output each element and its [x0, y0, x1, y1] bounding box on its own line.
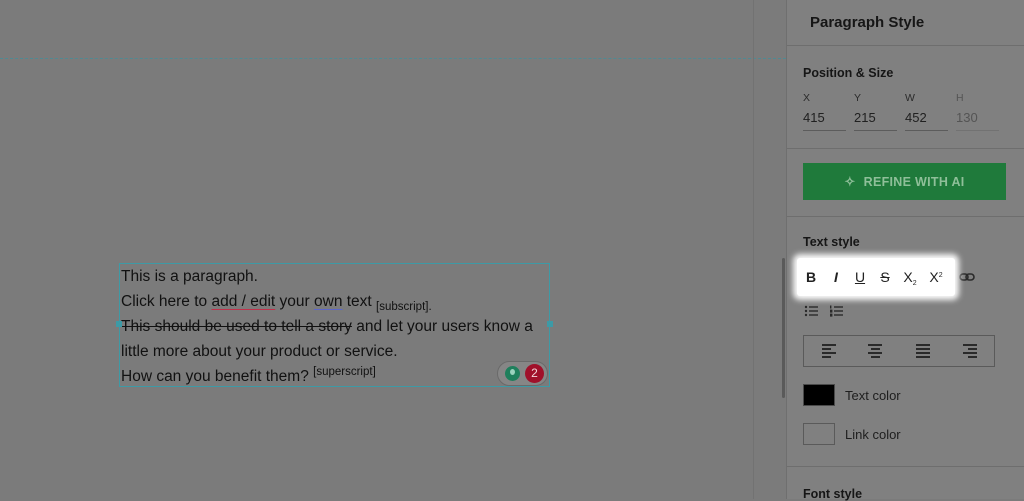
underline-button[interactable]: U — [851, 267, 869, 287]
link-icon[interactable] — [959, 270, 975, 284]
link-color-label: Link color — [845, 427, 901, 442]
grammar-flagged-text[interactable]: own — [314, 293, 342, 310]
w-input[interactable]: 452 — [905, 110, 927, 125]
divider — [787, 466, 1024, 467]
paragraph-line[interactable]: How can you benefit them? [superscript] — [121, 364, 549, 389]
sparkle-icon: ✧ — [844, 173, 856, 189]
divider — [787, 45, 1024, 46]
italic-button[interactable]: I — [827, 267, 845, 287]
text-run: Click here to — [121, 293, 212, 310]
text-run: your — [275, 293, 314, 310]
superscript-button[interactable]: X2 — [927, 267, 945, 287]
paragraph-line[interactable]: This is a paragraph. — [121, 264, 549, 289]
resize-handle-left[interactable] — [116, 321, 122, 327]
y-input-underline — [854, 130, 897, 131]
text-run: This is a paragraph. — [121, 268, 258, 285]
text-color-swatch[interactable] — [803, 384, 835, 406]
paragraph-line[interactable]: Click here to add / edit your own text [… — [121, 289, 549, 314]
panel-title: Paragraph Style — [810, 14, 925, 31]
text-run: text — [342, 293, 377, 310]
text-run: and let your users know a — [351, 318, 533, 335]
align-center-icon[interactable] — [868, 344, 882, 358]
margin-guide — [753, 0, 754, 499]
text-run: little more about your product or servic… — [121, 343, 398, 360]
text-format-toolbar: B I U S X2 X2 — [797, 258, 955, 296]
text-run: How can you benefit them? — [121, 368, 314, 385]
align-justify-icon[interactable] — [916, 344, 930, 358]
spellcheck-flagged-text[interactable]: add / edit — [211, 293, 275, 310]
subscript-text: [subscript] — [376, 301, 429, 313]
h-input: 130 — [956, 110, 978, 125]
refine-button-label: REFINE WITH AI — [863, 174, 965, 189]
strikethrough-text: This should be used to tell a story — [121, 318, 352, 335]
paragraph-line[interactable]: This should be used to tell a story and … — [121, 314, 549, 339]
writing-assistant-badge[interactable]: 2 — [497, 361, 548, 386]
lightbulb-icon[interactable] — [505, 366, 520, 381]
position-size-heading: Position & Size — [803, 66, 894, 80]
align-right-icon[interactable] — [963, 344, 977, 358]
divider — [787, 216, 1024, 217]
h-label: H — [956, 92, 964, 104]
link-color-swatch[interactable] — [803, 423, 835, 445]
paragraph-text-box[interactable]: This is a paragraph. Click here to add /… — [119, 263, 550, 387]
bold-button[interactable]: B — [802, 267, 820, 287]
superscript-text: [superscript] — [313, 366, 376, 378]
divider — [787, 148, 1024, 149]
y-input[interactable]: 215 — [854, 110, 876, 125]
bulleted-list-icon[interactable] — [804, 304, 818, 318]
w-label: W — [905, 92, 915, 104]
w-input-underline — [905, 130, 948, 131]
strikethrough-button[interactable]: S — [876, 267, 894, 287]
numbered-list-icon[interactable] — [829, 304, 843, 318]
y-label: Y — [854, 92, 862, 104]
editor-canvas[interactable]: This is a paragraph. Click here to add /… — [0, 0, 786, 499]
text-style-heading: Text style — [803, 235, 860, 249]
alignment-button-group — [803, 335, 995, 367]
refine-with-ai-button[interactable]: ✧ REFINE WITH AI — [803, 163, 1006, 200]
align-left-icon[interactable] — [822, 344, 836, 358]
text-run: . — [428, 301, 432, 313]
resize-handle-right[interactable] — [547, 321, 553, 327]
text-color-label: Text color — [845, 388, 901, 403]
paragraph-line[interactable]: little more about your product or servic… — [121, 339, 549, 364]
subscript-button[interactable]: X2 — [901, 267, 919, 287]
x-input-underline — [803, 130, 846, 131]
x-label: X — [803, 92, 811, 104]
subscript-glyph: X — [903, 269, 913, 285]
panel-scrollbar[interactable] — [782, 258, 785, 398]
h-input-underline — [956, 130, 999, 131]
guide-line — [0, 58, 786, 59]
paragraph-style-panel: Paragraph Style Position & Size X 415 Y … — [786, 0, 1024, 501]
suggestion-count-badge[interactable]: 2 — [525, 364, 544, 383]
x-input[interactable]: 415 — [803, 110, 825, 125]
superscript-glyph: X — [929, 269, 939, 285]
